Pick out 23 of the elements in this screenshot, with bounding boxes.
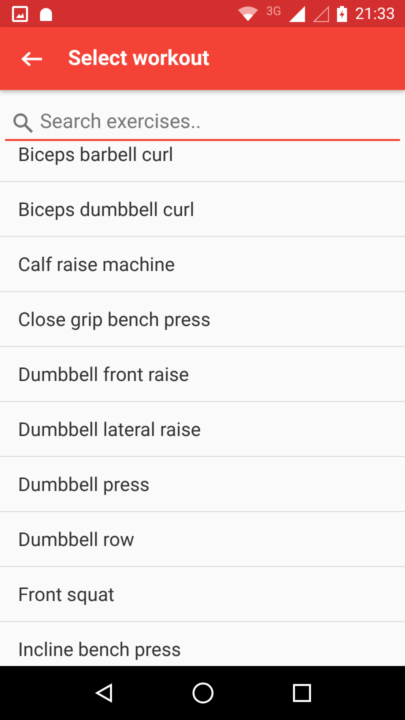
signal-icon xyxy=(313,6,330,22)
search-icon xyxy=(12,112,34,134)
exercise-item[interactable]: Biceps barbell curl xyxy=(0,145,405,182)
back-arrow-icon[interactable] xyxy=(21,50,43,66)
network-label: 3G xyxy=(266,4,282,18)
exercise-item[interactable]: Dumbbell lateral raise xyxy=(0,402,405,457)
screen-title: Select workout xyxy=(68,46,210,70)
signal-icon xyxy=(289,6,306,22)
wifi-icon xyxy=(238,6,258,21)
clock: 21:33 xyxy=(355,4,395,23)
image-icon xyxy=(12,6,28,22)
exercise-item[interactable]: Dumbbell press xyxy=(0,457,405,512)
exercise-item[interactable]: Dumbbell front raise xyxy=(0,347,405,402)
search-field[interactable]: Search exercises.. xyxy=(5,109,400,141)
exercise-item[interactable]: Calf raise machine xyxy=(0,237,405,292)
home-icon[interactable] xyxy=(192,682,214,704)
exercise-item[interactable]: Dumbbell row xyxy=(0,512,405,567)
exercise-item[interactable]: Close grip bench press xyxy=(0,292,405,347)
exercise-item[interactable]: Front squat xyxy=(0,567,405,622)
recents-icon[interactable] xyxy=(292,684,311,702)
back-icon[interactable] xyxy=(94,683,114,703)
exercise-item[interactable]: Biceps dumbbell curl xyxy=(0,182,405,237)
battery-icon xyxy=(337,6,348,22)
